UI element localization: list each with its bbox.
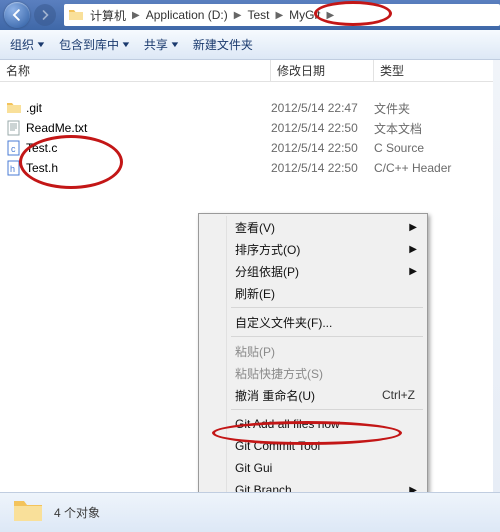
folder-icon bbox=[12, 495, 44, 530]
include-button[interactable]: 包含到库中 ▼ bbox=[59, 36, 130, 53]
organize-button[interactable]: 组织 ▼ bbox=[10, 36, 45, 53]
list-item[interactable]: ReadMe.txt 2012/5/14 22:50 文本文档 bbox=[0, 118, 500, 138]
column-headers: 名称 修改日期 类型 bbox=[0, 60, 500, 82]
chevron-right-icon: ▶ bbox=[409, 222, 417, 233]
file-name: .git bbox=[26, 101, 42, 115]
list-item[interactable]: c Test.c 2012/5/14 22:50 C Source bbox=[0, 138, 500, 158]
share-button[interactable]: 共享 ▼ bbox=[144, 36, 179, 53]
svg-text:c: c bbox=[11, 144, 16, 154]
file-date: 2012/5/14 22:50 bbox=[271, 141, 374, 155]
crumb-folder1[interactable]: Test bbox=[245, 8, 271, 22]
file-name: Test.h bbox=[26, 161, 58, 175]
back-button[interactable] bbox=[4, 2, 30, 28]
chevron-right-icon: ▶ bbox=[409, 244, 417, 255]
menu-git-commit[interactable]: Git Commit Tool bbox=[201, 435, 425, 457]
nav-bar: 计算机 ▶ Application (D:) ▶ Test ▶ MyGit ▶ bbox=[0, 0, 500, 30]
h-file-icon: h bbox=[6, 160, 22, 176]
c-file-icon: c bbox=[6, 140, 22, 156]
menu-undo[interactable]: 撤消 重命名(U)Ctrl+Z bbox=[201, 384, 425, 406]
menu-customize[interactable]: 自定义文件夹(F)... bbox=[201, 311, 425, 333]
list-item[interactable]: h Test.h 2012/5/14 22:50 C/C++ Header bbox=[0, 158, 500, 178]
crumb-folder2[interactable]: MyGit bbox=[287, 8, 322, 22]
file-name: Test.c bbox=[26, 141, 57, 155]
folder-icon bbox=[68, 7, 84, 23]
menu-paste-shortcut: 粘贴快捷方式(S) bbox=[201, 362, 425, 384]
file-list: .git 2012/5/14 22:47 文件夹 ReadMe.txt 2012… bbox=[0, 82, 500, 178]
file-type: C/C++ Header bbox=[374, 161, 500, 175]
file-type: 文本文档 bbox=[374, 120, 500, 137]
file-date: 2012/5/14 22:47 bbox=[271, 101, 374, 115]
menu-view[interactable]: 查看(V)▶ bbox=[201, 216, 425, 238]
column-name[interactable]: 名称 bbox=[0, 60, 271, 81]
new-folder-button[interactable]: 新建文件夹 bbox=[193, 36, 253, 53]
forward-button[interactable] bbox=[34, 4, 56, 26]
chevron-right-icon: ▶ bbox=[271, 10, 287, 21]
chevron-right-icon: ▶ bbox=[323, 10, 339, 21]
column-date[interactable]: 修改日期 bbox=[271, 60, 374, 81]
status-bar: 4 个对象 bbox=[0, 492, 500, 532]
list-item[interactable]: .git 2012/5/14 22:47 文件夹 bbox=[0, 98, 500, 118]
menu-refresh[interactable]: 刷新(E) bbox=[201, 282, 425, 304]
file-type: 文件夹 bbox=[374, 100, 500, 117]
file-date: 2012/5/14 22:50 bbox=[271, 121, 374, 135]
context-menu: 查看(V)▶ 排序方式(O)▶ 分组依据(P)▶ 刷新(E) 自定义文件夹(F)… bbox=[198, 213, 428, 526]
file-name: ReadMe.txt bbox=[26, 121, 87, 135]
folder-icon bbox=[6, 100, 22, 116]
address-bar[interactable]: 计算机 ▶ Application (D:) ▶ Test ▶ MyGit ▶ bbox=[64, 4, 500, 26]
menu-git-add[interactable]: Git Add all files now bbox=[201, 413, 425, 435]
shortcut-label: Ctrl+Z bbox=[382, 388, 415, 402]
crumb-root[interactable]: 计算机 bbox=[88, 7, 128, 24]
file-type: C Source bbox=[374, 141, 500, 155]
column-type[interactable]: 类型 bbox=[374, 60, 500, 81]
menu-group[interactable]: 分组依据(P)▶ bbox=[201, 260, 425, 282]
chevron-right-icon: ▶ bbox=[230, 10, 246, 21]
txt-icon bbox=[6, 120, 22, 136]
menu-git-gui[interactable]: Git Gui bbox=[201, 457, 425, 479]
menu-paste: 粘贴(P) bbox=[201, 340, 425, 362]
menu-sort[interactable]: 排序方式(O)▶ bbox=[201, 238, 425, 260]
toolbar: 组织 ▼ 包含到库中 ▼ 共享 ▼ 新建文件夹 bbox=[0, 30, 500, 60]
chevron-right-icon: ▶ bbox=[409, 266, 417, 277]
crumb-drive[interactable]: Application (D:) bbox=[144, 8, 230, 22]
file-date: 2012/5/14 22:50 bbox=[271, 161, 374, 175]
chevron-right-icon: ▶ bbox=[128, 10, 144, 21]
svg-text:h: h bbox=[10, 164, 15, 174]
status-count: 4 个对象 bbox=[54, 504, 100, 521]
